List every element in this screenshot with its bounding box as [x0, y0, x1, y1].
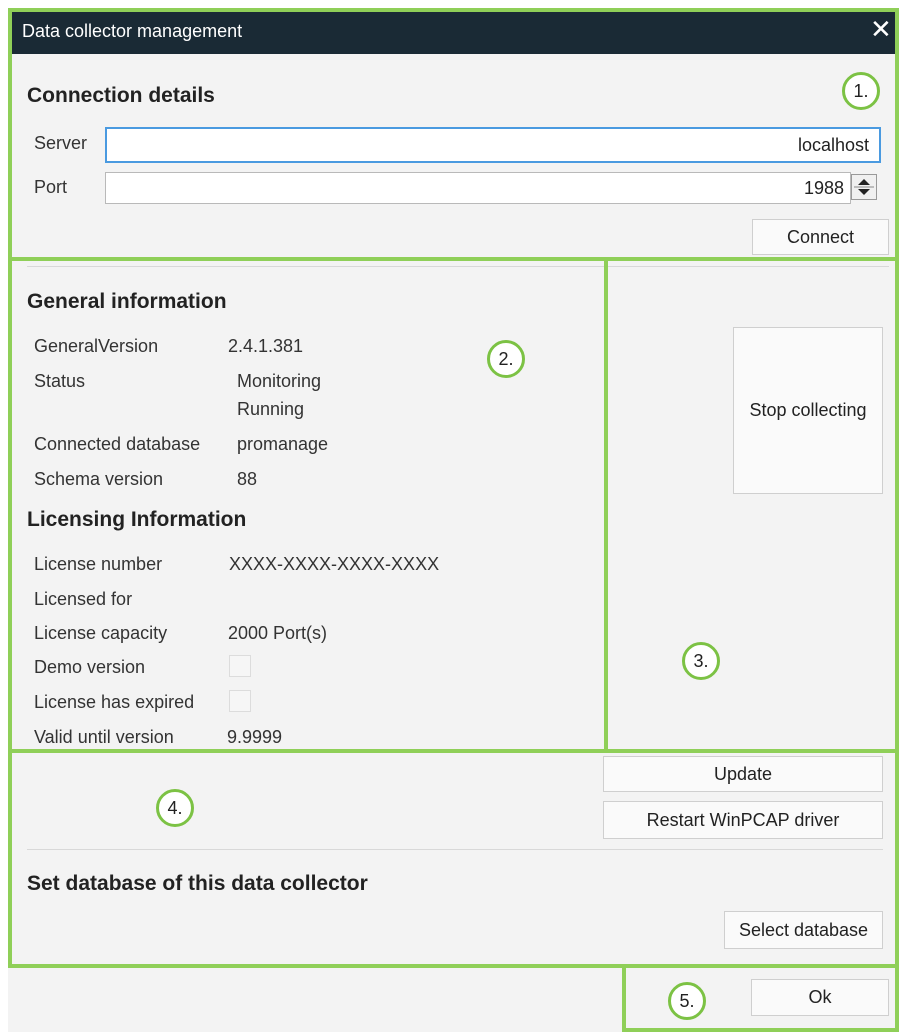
annotation-frame-5: [622, 964, 899, 1032]
marker-2: 2.: [487, 340, 525, 378]
marker-1: 1.: [842, 72, 880, 110]
marker-3: 3.: [682, 642, 720, 680]
annotation-frame-3: [604, 257, 899, 753]
marker-5: 5.: [668, 982, 706, 1020]
annotation-frame-1: [8, 8, 899, 261]
marker-4: 4.: [156, 789, 194, 827]
annotation-frame-4: [8, 749, 899, 968]
annotation-frame-2: [8, 257, 608, 753]
